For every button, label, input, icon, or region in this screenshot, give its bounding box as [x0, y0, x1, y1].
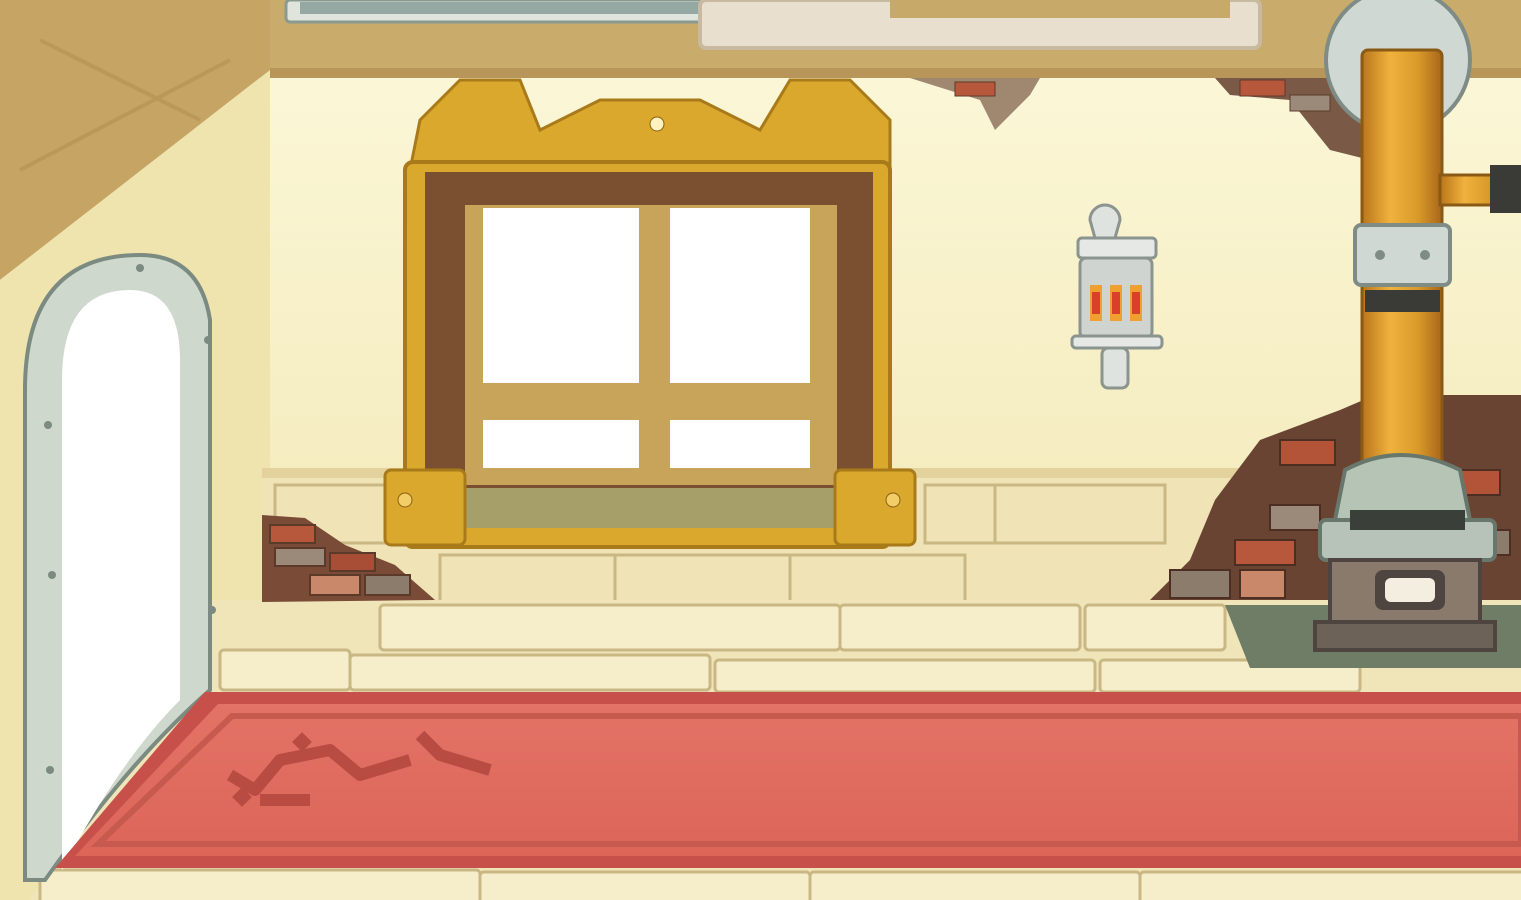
window-pane-bottom-left — [483, 420, 639, 468]
gold-framed-window[interactable] — [383, 78, 917, 549]
room-illustration — [0, 0, 1521, 900]
window-pane-top-left — [483, 208, 639, 383]
red-rug — [55, 692, 1521, 868]
window-pane-top-right — [670, 208, 810, 383]
window-pane-bottom-right — [670, 420, 810, 468]
game-scene — [0, 0, 1521, 900]
